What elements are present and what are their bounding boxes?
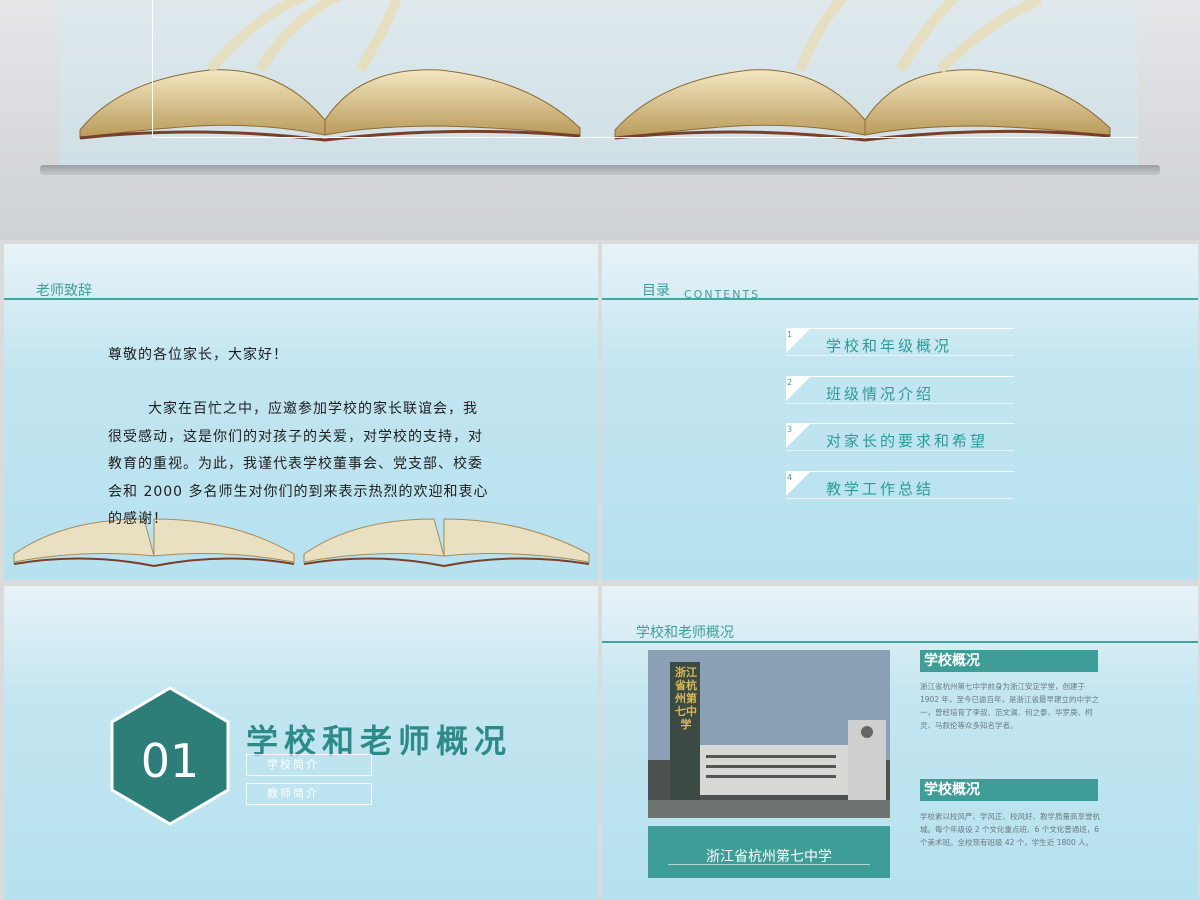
toc-number: 1 (787, 330, 793, 339)
header-divider (602, 641, 1198, 643)
greeting-text: 尊敬的各位家长，大家好！ (108, 347, 288, 363)
top-slide[interactable] (0, 0, 1200, 240)
header-divider (4, 298, 598, 300)
scroll-bar-shadow (40, 165, 1160, 175)
toc-item-1[interactable]: 1 学校和年级概况 (786, 328, 1014, 356)
white-frame (152, 0, 1138, 138)
slide-contents[interactable]: 目录 CONTENTS 1 学校和年级概况 2 班级情况介绍 3 对家长的要求和… (602, 244, 1198, 580)
toc-item-3[interactable]: 3 对家长的要求和希望 (786, 423, 1014, 451)
top-slide-background (60, 0, 1138, 165)
photo-caption-bar: 浙江省杭州第七中学 (648, 826, 890, 878)
slide-teacher-speech[interactable]: 老师致辞 尊敬的各位家长，大家好！ 大家在百忙之中，应邀参加学校的家长联谊会，我… (4, 244, 598, 580)
section-text: 浙江省杭州第七中学前身为浙江安定学堂，创建于1902 年，至今已逾百年，是浙江省… (920, 682, 1099, 730)
speech-paragraph: 大家在百忙之中，应邀参加学校的家长联谊会，我很受感动，这是你们的对孩子的关爱，对… (108, 401, 489, 527)
caption-underline (668, 864, 870, 865)
section-tag: 学校概况 (920, 779, 1098, 801)
slide-sorter-view: 老师致辞 尊敬的各位家长，大家好！ 大家在百忙之中，应邀参加学校的家长联谊会，我… (0, 0, 1200, 900)
section-number: 01 (140, 734, 200, 788)
slide-header-title: 目录 (642, 283, 670, 299)
slide-school-overview[interactable]: 学校和老师概况 浙江省杭州第七中学 浙江省杭州第七中学 学校概况 浙江省杭州第七 (602, 586, 1198, 900)
school-photo: 浙江省杭州第七中学 (648, 650, 890, 818)
toc-number: 3 (787, 425, 793, 434)
slide-header-title: 学校和老师概况 (636, 625, 734, 641)
section-tag: 学校概况 (920, 650, 1098, 672)
slide-section-01[interactable]: 01 学校和老师概况 学校简介 教师简介 (4, 586, 598, 900)
slide-header-title: 老师致辞 (36, 283, 92, 299)
sub-item-school-intro: 学校简介 (246, 754, 372, 776)
photo-caption: 浙江省杭州第七中学 (706, 849, 832, 865)
toc-label: 学校和年级概况 (826, 337, 953, 355)
header-divider (602, 298, 1198, 300)
section-text: 学校素以校风严、学风正、校风好、教学质量高享誉杭城。每个年级设 2 个文化重点班… (920, 812, 1100, 847)
toc-number: 2 (787, 378, 793, 387)
toc-item-2[interactable]: 2 班级情况介绍 (786, 376, 1014, 404)
toc-number: 4 (787, 473, 793, 482)
sub-item-teacher-intro: 教师简介 (246, 783, 372, 805)
toc-item-4[interactable]: 4 教学工作总结 (786, 471, 1014, 499)
toc-label: 对家长的要求和希望 (826, 432, 989, 450)
toc-label: 班级情况介绍 (826, 385, 935, 403)
toc-label: 教学工作总结 (826, 480, 935, 498)
school-sign-text: 浙江省杭州第七中学 (675, 666, 697, 731)
